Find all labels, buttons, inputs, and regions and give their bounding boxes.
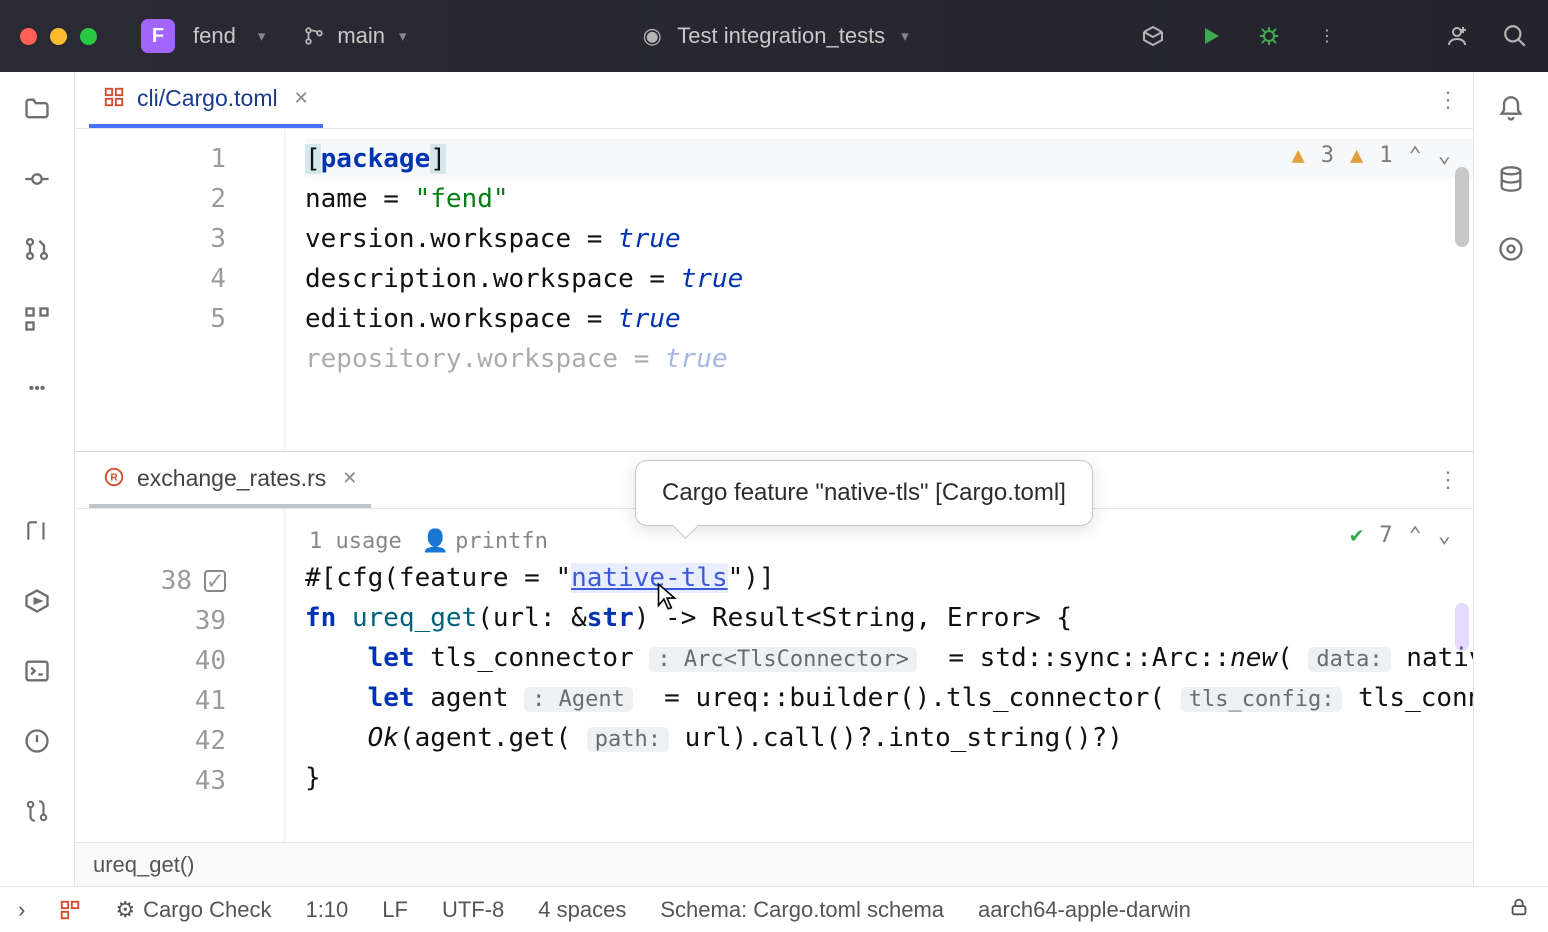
- structure-tool-icon[interactable]: [22, 304, 52, 334]
- breadcrumb[interactable]: ureq_get(): [75, 842, 1473, 886]
- chevron-up-icon[interactable]: ⌃: [1409, 143, 1422, 168]
- tab-actions-icon[interactable]: ⋮: [1437, 467, 1459, 493]
- problems-icon[interactable]: [22, 726, 52, 756]
- tool-window-icon[interactable]: [59, 899, 81, 921]
- tab-label: exchange_rates.rs: [137, 465, 326, 492]
- project-name[interactable]: fend: [193, 23, 236, 49]
- notifications-icon[interactable]: [1496, 94, 1526, 124]
- check-icon: ✔: [1350, 523, 1363, 548]
- scrollbar-marker[interactable]: [1455, 603, 1469, 651]
- more-actions-icon[interactable]: ⋮: [1314, 23, 1340, 49]
- chevron-down-icon[interactable]: ⌄: [1438, 143, 1451, 168]
- run-config-label: Test integration_tests: [677, 23, 885, 49]
- close-window-button[interactable]: [20, 28, 37, 45]
- usages-label[interactable]: 1 usage: [309, 529, 402, 554]
- debug-icon[interactable]: [1256, 23, 1282, 49]
- more-tool-icon[interactable]: •••: [22, 374, 52, 404]
- database-icon[interactable]: [1496, 164, 1526, 194]
- caret-position[interactable]: 1:10: [305, 897, 348, 923]
- inlay-hint: path:: [587, 727, 669, 752]
- weak-warning-icon: ▲: [1350, 143, 1363, 168]
- titlebar-actions: ⋮: [1140, 23, 1528, 49]
- gear-icon: ⚙: [115, 897, 135, 923]
- cursor-icon: [653, 582, 679, 618]
- chevron-down-icon[interactable]: ⌄: [1438, 523, 1451, 548]
- lock-icon[interactable]: [1508, 896, 1530, 924]
- inlay-hint: : Arc<TlsConnector>: [649, 647, 917, 672]
- code-area-top[interactable]: ▲3 ▲1 ⌃ ⌄ [package] name = "fend" versio…: [285, 129, 1473, 451]
- svg-text:R: R: [110, 473, 118, 484]
- tab-exchange-rates[interactable]: R exchange_rates.rs ✕: [89, 452, 371, 508]
- chevron-down-icon[interactable]: ▾: [258, 27, 266, 45]
- project-badge[interactable]: F: [141, 19, 175, 53]
- minimize-window-button[interactable]: [50, 28, 67, 45]
- tab-cargo-toml[interactable]: cli/Cargo.toml ✕: [89, 72, 323, 128]
- target-triple[interactable]: aarch64-apple-darwin: [978, 897, 1191, 923]
- main-area: ••• Cargo feature "native-tls" [Cargo.to…: [0, 72, 1548, 886]
- user-icon: 👤: [422, 529, 449, 554]
- code-area-bottom[interactable]: ✔7 ⌃ ⌄ 1 usage 👤printfn #[cfg(feature = …: [285, 509, 1473, 842]
- chevron-right-icon[interactable]: ›: [18, 897, 25, 923]
- author-label[interactable]: printfn: [455, 529, 548, 554]
- rust-file-icon: R: [103, 466, 127, 490]
- right-tool-sidebar: [1473, 72, 1548, 886]
- inspections-widget[interactable]: ✔7 ⌃ ⌄: [1350, 523, 1451, 548]
- pull-requests-icon[interactable]: [22, 234, 52, 264]
- documentation-tooltip: Cargo feature "native-tls" [Cargo.toml]: [635, 460, 1093, 526]
- tab-close-icon[interactable]: ✕: [342, 468, 357, 489]
- titlebar: F fend ▾ main ▾ ◉ Test integration_tests…: [0, 0, 1548, 72]
- gutter[interactable]: 38✓ 39 40 41 42 43: [75, 509, 285, 842]
- chevron-down-icon[interactable]: ▾: [901, 27, 909, 45]
- maximize-window-button[interactable]: [80, 28, 97, 45]
- chevron-up-icon[interactable]: ⌃: [1409, 523, 1422, 548]
- branch-icon: [301, 23, 327, 49]
- project-tool-icon[interactable]: [22, 94, 52, 124]
- inlay-hint: tls_config:: [1181, 687, 1343, 712]
- run-configuration[interactable]: ◉ Test integration_tests ▾: [639, 23, 908, 49]
- gutter[interactable]: 1 2 3 4 5: [75, 129, 285, 451]
- tab-actions-icon[interactable]: ⋮: [1437, 87, 1459, 113]
- scrollbar-thumb[interactable]: [1455, 167, 1469, 247]
- cargo-tool-icon[interactable]: [1496, 234, 1526, 264]
- tab-label: cli/Cargo.toml: [137, 85, 278, 112]
- vcs-branch[interactable]: main ▾: [301, 23, 406, 49]
- rust-icon: ◉: [639, 23, 665, 49]
- gutter-checkbox-icon[interactable]: ✓: [204, 570, 226, 592]
- inlay-hint: data:: [1308, 647, 1390, 672]
- file-encoding[interactable]: UTF-8: [442, 897, 504, 923]
- schema-status[interactable]: Schema: Cargo.toml schema: [660, 897, 944, 923]
- terminal-icon[interactable]: [22, 656, 52, 686]
- search-icon[interactable]: [1502, 23, 1528, 49]
- line-separator[interactable]: LF: [382, 897, 408, 923]
- vcs-tool-icon[interactable]: [22, 796, 52, 826]
- build-icon[interactable]: [1140, 23, 1166, 49]
- cargo-file-icon: [103, 86, 127, 110]
- branch-name: main: [337, 23, 385, 49]
- breadcrumb-item[interactable]: ureq_get(): [93, 852, 195, 878]
- cargo-check-status[interactable]: ⚙Cargo Check: [115, 897, 271, 923]
- chevron-down-icon[interactable]: ▾: [399, 27, 407, 45]
- warning-icon: ▲: [1292, 143, 1305, 168]
- editor-pane-top: cli/Cargo.toml ✕ ⋮ 1 2 3 4 5 ▲3 ▲1: [75, 72, 1473, 452]
- editor-area: Cargo feature "native-tls" [Cargo.toml] …: [75, 72, 1473, 886]
- left-tool-sidebar: •••: [0, 72, 75, 886]
- inlay-hint: : Agent: [524, 687, 633, 712]
- services-icon[interactable]: [22, 586, 52, 616]
- tab-bar-top: cli/Cargo.toml ✕ ⋮: [75, 72, 1473, 129]
- feature-link[interactable]: native-tls: [571, 563, 728, 593]
- bookmarks-icon[interactable]: [22, 516, 52, 546]
- inspections-widget[interactable]: ▲3 ▲1 ⌃ ⌄: [1292, 143, 1452, 168]
- indent-setting[interactable]: 4 spaces: [538, 897, 626, 923]
- tab-close-icon[interactable]: ✕: [294, 88, 309, 109]
- commit-tool-icon[interactable]: [22, 164, 52, 194]
- run-icon[interactable]: [1198, 23, 1224, 49]
- code-with-me-icon[interactable]: [1444, 23, 1470, 49]
- status-bar: › ⚙Cargo Check 1:10 LF UTF-8 4 spaces Sc…: [0, 886, 1548, 932]
- editor-body-top[interactable]: 1 2 3 4 5 ▲3 ▲1 ⌃ ⌄ [package] name = "fe…: [75, 129, 1473, 451]
- editor-body-bottom[interactable]: 38✓ 39 40 41 42 43 ✔7 ⌃ ⌄ 1 usage: [75, 509, 1473, 842]
- window-controls: [20, 28, 97, 45]
